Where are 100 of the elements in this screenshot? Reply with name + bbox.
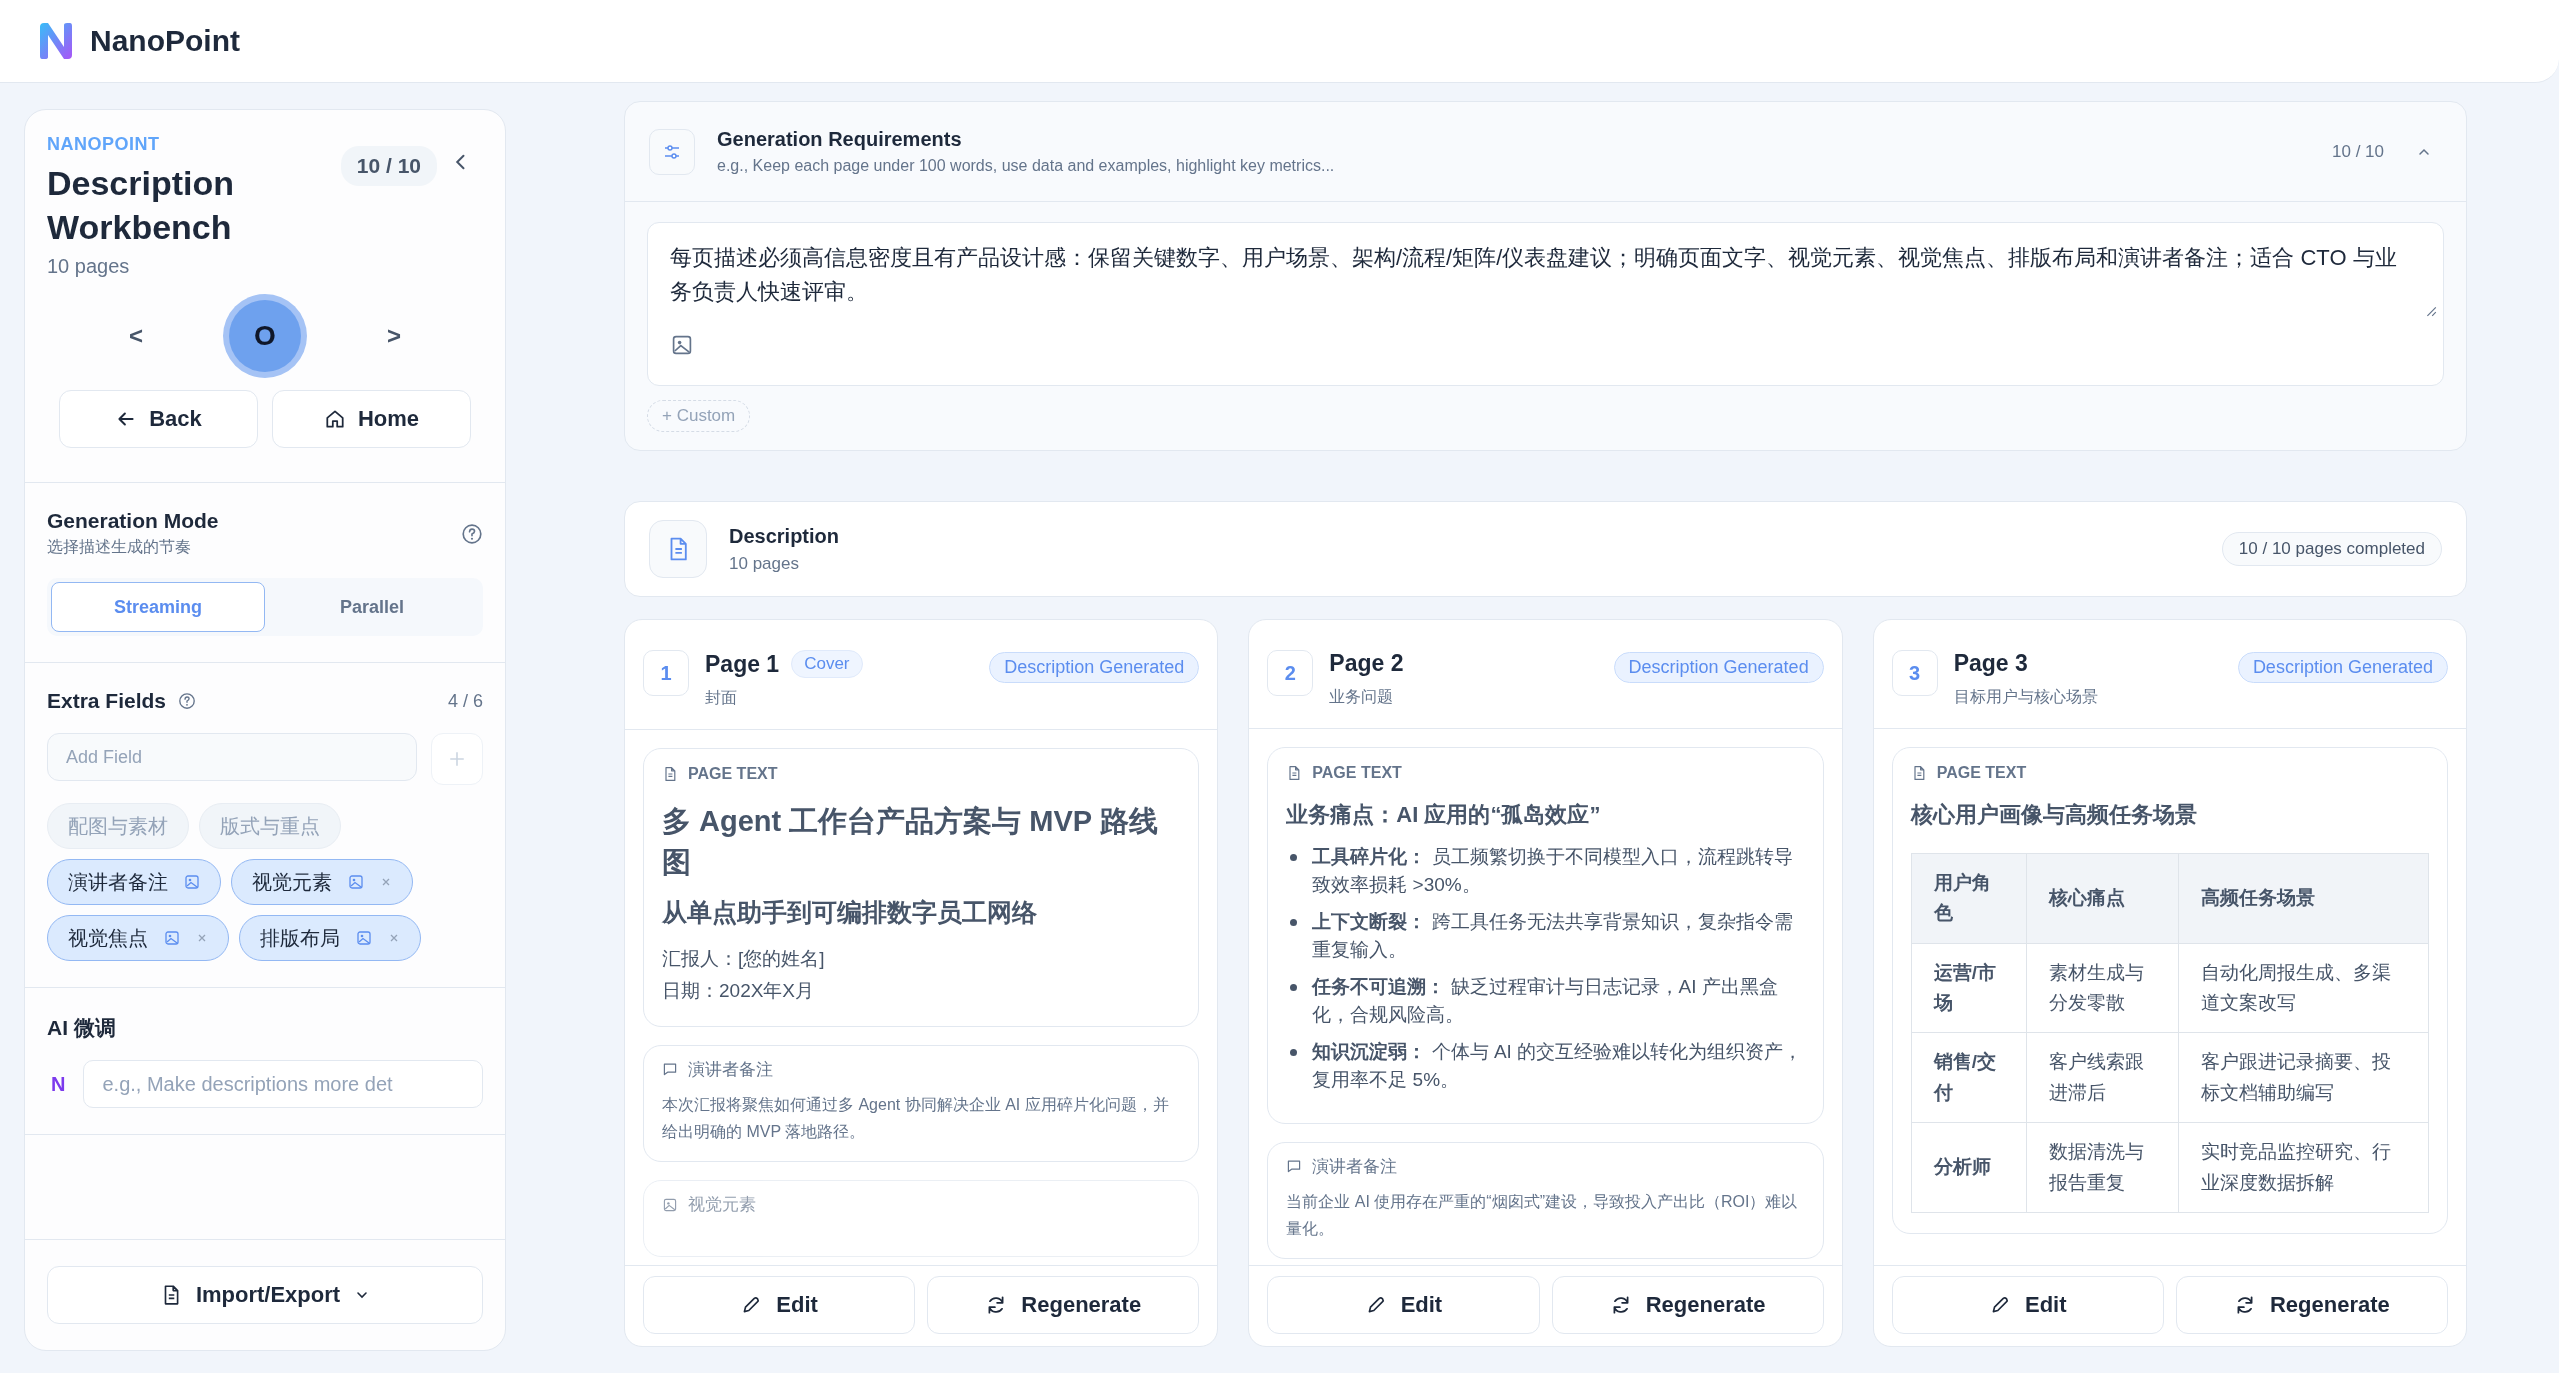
sliders-icon — [649, 128, 695, 175]
column-header: 核心痛点 — [2026, 853, 2179, 944]
table-cell: 实时竞品监控研究、行业深度数据拆解 — [2178, 1122, 2429, 1213]
chip-label: 版式与重点 — [220, 813, 320, 839]
status-badge: Description Generated — [989, 652, 1200, 683]
section-subtitle: 10 pages — [729, 553, 800, 574]
document-icon — [649, 520, 707, 578]
body-line: 日期：202X年X月 — [662, 978, 816, 1003]
requirement-counter: 10 / 10 — [2332, 141, 2384, 162]
table-cell: 运营/市场 — [1911, 943, 2027, 1033]
field-chip[interactable]: 视觉焦点 — [47, 915, 229, 962]
block-label: 视觉元素 — [688, 1194, 756, 1217]
block-label: 演讲者备注 — [1312, 1155, 1398, 1178]
page-title: Page 1 — [705, 650, 780, 678]
page-subtitle: 业务问题 — [1329, 687, 1395, 707]
edit-button[interactable]: Edit — [1267, 1276, 1540, 1334]
import-export-button[interactable]: Import/Export — [47, 1266, 483, 1324]
table-cell: 分析师 — [1911, 1122, 2027, 1213]
block-label: 演讲者备注 — [688, 1058, 773, 1081]
bullet-text: 任务不可追溯： 缺乏过程审计与日志记录，AI 产出黑盒化，合规风险高。 — [1312, 974, 1779, 1028]
page-tag: Cover — [791, 650, 863, 678]
block-label: PAGE TEXT — [688, 765, 778, 783]
section-title: Description — [729, 524, 841, 548]
image-icon — [348, 874, 364, 891]
bullet-text: 上下文断裂： 跨工具任务无法共享背景知识，复杂指令需重复输入。 — [1312, 909, 1794, 963]
table-cell: 素材生成与分发零散 — [2026, 943, 2179, 1033]
ai-badge-label: N — [50, 1072, 66, 1096]
bullet-icon — [1290, 918, 1298, 926]
page-title: Page 2 — [1329, 650, 1404, 677]
column-header: 高频任务场景 — [2178, 853, 2429, 944]
table-cell: 客户线索跟进滞后 — [2026, 1032, 2179, 1123]
next-button[interactable]: > — [379, 318, 409, 355]
previous-button[interactable]: < — [121, 318, 151, 355]
regenerate-button[interactable]: Regenerate — [1551, 1276, 1824, 1334]
page-subtitle: 封面 — [705, 688, 738, 708]
chip-label: 排版布局 — [260, 925, 340, 951]
image-icon — [164, 930, 180, 947]
comment-icon — [1286, 1158, 1303, 1175]
completion-badge: 10 / 10 pages completed — [2221, 532, 2442, 566]
page-title: Page 3 — [1953, 650, 2028, 677]
back-button[interactable]: Back — [59, 390, 258, 449]
page-counter: 10 / 10 — [340, 146, 437, 186]
regenerate-button[interactable]: Regenerate — [927, 1276, 1200, 1334]
chip-label: 配图与素材 — [68, 813, 168, 839]
tune-input[interactable]: e.g., Make descriptions more det — [83, 1060, 483, 1109]
column-header: 用户角色 — [1911, 853, 2027, 944]
page-count: 10 pages — [47, 255, 131, 279]
panel-hint: e.g., Keep each page under 100 words, use data and examples, highlight key metrics... — [717, 157, 1336, 175]
home-icon — [323, 408, 346, 431]
page-number: 3 — [1891, 650, 1938, 696]
requirements-text: 每页描述必须高信息密度且有产品设计感：保留关键数字、用户场景、架构/流程/矩阵/仪表盘建议；明确页面文字、视觉元素、视觉焦点、排版布局和演讲者备注；适合 CTO 与业务负责人快速评审。 — [670, 244, 2398, 307]
chip-label: 演讲者备注 — [68, 869, 168, 895]
plus-icon — [448, 750, 466, 769]
mode-tab[interactable]: Parallel — [265, 582, 479, 633]
app-name: NanoPoint — [90, 24, 240, 58]
section-subtitle: 选择描述生成的节奏 — [47, 537, 192, 558]
section-title: Extra Fields — [47, 689, 167, 714]
block-label: PAGE TEXT — [1312, 764, 1402, 782]
field-count: 4 / 6 — [447, 690, 483, 712]
page-number: 1 — [643, 650, 689, 696]
resize-handle-icon[interactable] — [2425, 305, 2437, 317]
body-line: 汇报人：[您的姓名] — [662, 947, 826, 972]
bullet-text: 知识沉淀弱： 个体与 AI 的交互经验难以转化为组织资产，复用率不足 5%。 — [1312, 1039, 1804, 1093]
page-subheading: 从单点助手到可编排数字员工网络 — [662, 897, 1038, 929]
bullet-icon — [1290, 1048, 1298, 1056]
regenerate-button[interactable]: Regenerate — [2175, 1276, 2448, 1334]
document-icon — [662, 766, 678, 782]
section-title: AI 微调 — [47, 1015, 117, 1042]
chip-label: 视觉元素 — [252, 869, 332, 895]
bullet-icon — [1290, 853, 1298, 861]
status-badge: Description Generated — [1613, 652, 1824, 683]
field-chip[interactable]: 演讲者备注 — [47, 859, 221, 906]
field-chip[interactable]: 视觉元素 — [231, 859, 413, 906]
add-field-input[interactable]: Add Field — [47, 733, 417, 782]
status-badge: Description Generated — [2237, 652, 2448, 683]
edit-button[interactable]: Edit — [1891, 1276, 2164, 1334]
page-heading: 业务痛点：AI 应用的“孤岛效应” — [1286, 801, 1602, 829]
image-icon — [356, 930, 372, 947]
table-cell: 数据清洗与报告重复 — [2026, 1122, 2179, 1213]
image-icon — [184, 874, 200, 891]
workbench-title: Description Workbench — [47, 163, 236, 249]
bullet-icon — [1290, 983, 1298, 991]
bullet-text: 工具碎片化： 员工频繁切换于不同模型入口，流程跳转导致效率损耗 >30%。 — [1312, 844, 1794, 898]
table-cell: 自动化周报生成、多渠道文案改写 — [2178, 943, 2429, 1033]
help-icon[interactable] — [178, 692, 197, 711]
field-chip[interactable]: 排版布局 — [239, 915, 421, 962]
page-heading: 多 Agent 工作台产品方案与 MVP 路线图 — [662, 804, 1159, 880]
page-subtitle: 目标用户与核心场景 — [1953, 687, 2099, 707]
table-cell: 销售/交付 — [1911, 1032, 2027, 1123]
block-label: PAGE TEXT — [1936, 764, 2027, 782]
panel-title: Generation Requirements — [717, 128, 963, 151]
requirements-textarea[interactable]: 每页描述必须高信息密度且有产品设计感：保留关键数字、用户场景、架构/流程/矩阵/仪表盘建议；明确页面文字、视觉元素、视觉焦点、排版布局和演讲者备注；适合 CTO 与业务负责人快速评审。 — [647, 222, 2444, 386]
notes-text: 本次汇报将聚焦如何通过多 Agent 协同解决企业 AI 应用碎片化问题，并给出明确的 MVP 落地路径。 — [662, 1094, 1170, 1143]
notes-text: 当前企业 AI 使用存在严重的“烟囱式”建设，导致投入产出比（ROI）难以量化。 — [1286, 1191, 1799, 1239]
eyebrow-label: NANOPOINT — [47, 134, 161, 155]
page-number: 2 — [1267, 650, 1314, 696]
help-icon[interactable] — [461, 522, 483, 545]
edit-button[interactable]: Edit — [643, 1276, 916, 1334]
home-button[interactable]: Home — [272, 390, 471, 449]
chip-label: 视觉焦点 — [68, 925, 148, 951]
